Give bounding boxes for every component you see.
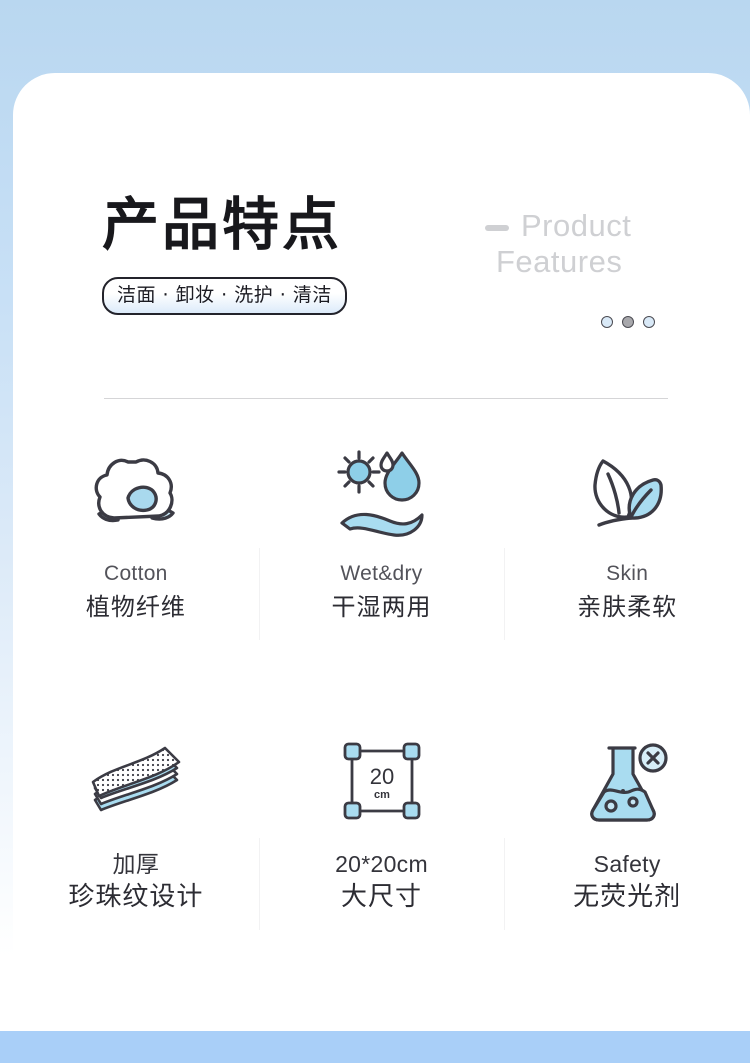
dot-2-icon (622, 316, 634, 328)
feature-cell-safety: Safety 无荧光剂 (504, 718, 750, 963)
feature-label-cn: 珍珠纹设计 (68, 882, 204, 912)
product-features-card: 产品特点 洁面 · 卸妆 · 洗护 · 清洁 Product Features (13, 73, 750, 1031)
feature-label-cn: 干湿两用 (331, 593, 432, 621)
bottom-blue-band (0, 1031, 750, 1063)
feature-label-cn: 植物纤维 (85, 593, 186, 621)
feature-cell-thickness: 加厚 珍珠纹设计 (13, 718, 259, 963)
feature-labels: Wet&dry 干湿两用 (332, 560, 432, 624)
feature-label-en: 加厚 (112, 851, 160, 877)
feature-labels: 加厚 珍珠纹设计 (68, 850, 203, 914)
feature-cell-size: 20 cm 20*20cm 大尺寸 (258, 718, 505, 963)
feature-labels: Cotton 植物纤维 (86, 560, 186, 624)
page-title: 产品特点 (102, 192, 342, 258)
feature-label-cn: 大尺寸 (341, 882, 423, 912)
features-grid: Cotton 植物纤维 Wet&dry 干湿两用 Skin 亲肤柔软 加厚 珍珠… (13, 428, 750, 963)
feature-label-en: 20*20cm (335, 851, 428, 877)
features-row-2: 加厚 珍珠纹设计 20 cm 20*20cm 大尺寸 Safety 无荧光剂 (13, 718, 750, 963)
page-title-en-line1: Product (521, 208, 632, 243)
feature-label-en: Safety (593, 851, 661, 877)
leaves-icon (581, 436, 673, 546)
feature-cell-cotton: Cotton 植物纤维 (13, 428, 259, 673)
feature-label-cn: 无荧光剂 (573, 882, 682, 912)
cotton-ball-icon (88, 436, 184, 546)
decorative-dots (601, 316, 655, 328)
card-header: 产品特点 洁面 · 卸妆 · 洗护 · 清洁 Product Features (13, 73, 750, 399)
header-divider (104, 398, 668, 399)
towel-stack-icon (81, 726, 191, 836)
dot-1-icon (601, 316, 613, 328)
dot-3-icon (643, 316, 655, 328)
flask-no-fluorescent-icon (579, 726, 675, 836)
feature-label-en: Skin (606, 562, 649, 585)
status-badge: 洁面 · 卸妆 · 洗护 · 清洁 (102, 277, 347, 315)
size-unit: cm (374, 789, 390, 801)
feature-label-cn: 亲肤柔软 (577, 593, 678, 621)
page-title-en: Product Features (483, 208, 683, 280)
feature-labels: Skin 亲肤柔软 (577, 560, 677, 624)
feature-labels: 20*20cm 大尺寸 (335, 850, 428, 914)
size-square-icon: 20 cm (338, 726, 426, 836)
feature-label-en: Wet&dry (340, 562, 423, 585)
features-row-1: Cotton 植物纤维 Wet&dry 干湿两用 Skin 亲肤柔软 (13, 428, 750, 673)
english-title-block: Product Features (483, 208, 683, 328)
feature-label-en: Cotton (103, 562, 168, 585)
title-block: 产品特点 洁面 · 卸妆 · 洗护 · 清洁 (102, 193, 347, 315)
feature-cell-skin: Skin 亲肤柔软 (504, 428, 750, 673)
page-title-en-line2: Features (496, 244, 623, 279)
size-number: 20 (369, 764, 393, 789)
feature-cell-wetdry: Wet&dry 干湿两用 (258, 428, 505, 673)
feature-labels: Safety 无荧光剂 (573, 850, 681, 914)
sun-droplet-wave-icon (332, 436, 432, 546)
